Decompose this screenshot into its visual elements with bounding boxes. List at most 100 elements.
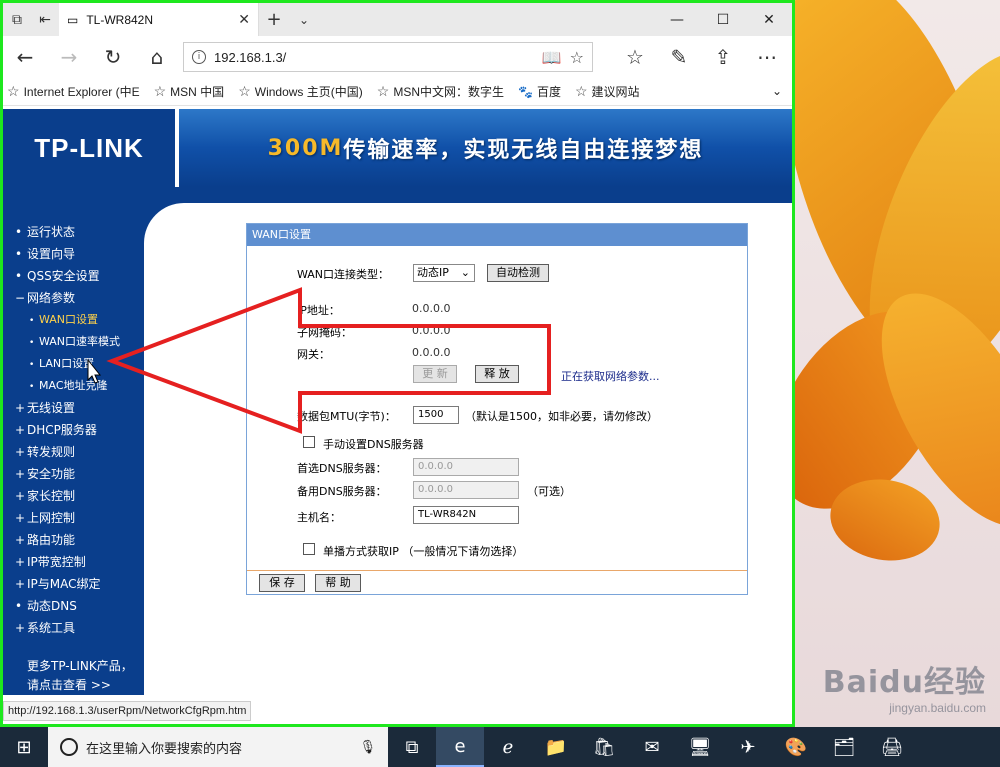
- site-info-icon[interactable]: i: [192, 50, 206, 64]
- maximize-button[interactable]: ☐: [700, 3, 746, 36]
- set-tabs-aside-icon[interactable]: ⇤: [31, 3, 59, 36]
- router-banner: TP-LINK 300M 传输速率，实现无线自由连接梦想: [3, 109, 792, 187]
- save-button[interactable]: 保 存: [259, 574, 305, 592]
- favorite-internet-explorer[interactable]: ☆ Internet Explorer (中E: [7, 83, 140, 100]
- unicast-label: 单播方式获取IP （一般情况下请勿选择）: [323, 545, 524, 558]
- favorites-bar: ☆ Internet Explorer (中E ☆ MSN 中国 ☆ Windows …: [3, 78, 792, 106]
- wan-panel-title: WAN口设置: [247, 224, 747, 246]
- store-icon[interactable]: 🛍: [580, 727, 628, 767]
- favorite-baidu[interactable]: 🐾 百度: [518, 83, 561, 100]
- minimize-button[interactable]: —: [654, 3, 700, 36]
- menu-ddns[interactable]: • 动态DNS: [3, 595, 144, 617]
- microphone-icon[interactable]: 🎙: [359, 740, 376, 755]
- remote-desktop-icon[interactable]: 🖥: [676, 727, 724, 767]
- favorite-msn-cn[interactable]: ☆ MSN中文网：数字生: [377, 83, 504, 100]
- file-explorer-icon[interactable]: 📁: [532, 727, 580, 767]
- dns1-input[interactable]: 0.0.0.0: [413, 458, 519, 476]
- menu-wireless[interactable]: + 无线设置: [3, 397, 144, 419]
- auto-detect-button[interactable]: 自动检测: [487, 264, 549, 282]
- menu-running-status[interactable]: • 运行状态: [3, 221, 144, 243]
- internet-explorer-icon[interactable]: ℯ: [484, 727, 532, 767]
- menu-system-tools[interactable]: + 系统工具: [3, 617, 144, 639]
- menu-lan-settings[interactable]: • LAN口设置: [3, 353, 144, 375]
- paint-icon[interactable]: 🎨: [772, 727, 820, 767]
- renew-button[interactable]: 更 新: [413, 365, 457, 383]
- address-bar[interactable]: i 192.168.1.3/ 📖 ☆: [183, 42, 593, 72]
- manual-dns-checkbox[interactable]: [303, 436, 315, 448]
- task-view-icon[interactable]: ⧉: [388, 727, 436, 767]
- cortana-icon: [60, 738, 78, 756]
- mtu-hint: （默认是1500，如非必要，请勿修改）: [465, 410, 658, 423]
- browser-window: ⧉ ⇤ ▭ TL-WR842N ✕ + ⌄ — ☐ ✕ ← → ↻ ⌂ i 19…: [0, 0, 795, 727]
- menu-wan-speed-mode[interactable]: • WAN口速率模式: [3, 331, 144, 353]
- favorite-suggested-sites[interactable]: ☆ 建议网站: [575, 83, 640, 100]
- more-products-link[interactable]: 更多TP-LINK产品， 请点击查看 >>: [27, 657, 133, 695]
- close-window-button[interactable]: ✕: [746, 3, 792, 36]
- conn-type-select[interactable]: 动态IP ⌄: [413, 264, 475, 282]
- app-icon[interactable]: ✈: [724, 727, 772, 767]
- mail-icon[interactable]: ✉: [628, 727, 676, 767]
- menu-bandwidth[interactable]: + IP带宽控制: [3, 551, 144, 573]
- favorites-hub-icon[interactable]: ☆: [613, 36, 657, 78]
- tab-bar: ⧉ ⇤ ▭ TL-WR842N ✕ + ⌄ — ☐ ✕: [3, 3, 792, 36]
- star-icon: ☆: [238, 83, 251, 99]
- menu-access-control[interactable]: + 上网控制: [3, 507, 144, 529]
- reading-view-icon[interactable]: 📖: [542, 48, 562, 67]
- forward-button[interactable]: →: [47, 36, 91, 78]
- favorites-overflow-chevron-icon[interactable]: ⌄: [772, 84, 782, 98]
- more-icon[interactable]: ⋯: [745, 36, 789, 78]
- menu-security[interactable]: + 安全功能: [3, 463, 144, 485]
- dns1-label: 首选DNS服务器：: [297, 462, 387, 475]
- toolbar-right: ☆ ✎ ⇪ ⋯: [613, 36, 789, 78]
- menu-parental[interactable]: + 家长控制: [3, 485, 144, 507]
- menu-dhcp[interactable]: + DHCP服务器: [3, 419, 144, 441]
- watermark-brand: Baidu经验: [822, 665, 986, 700]
- menu-ip-mac-binding[interactable]: + IP与MAC绑定: [3, 573, 144, 595]
- hostname-label: 主机名：: [297, 511, 341, 524]
- mtu-input[interactable]: 1500: [413, 406, 459, 424]
- app2-icon[interactable]: 🖨: [868, 727, 916, 767]
- web-note-icon[interactable]: ✎: [657, 36, 701, 78]
- taskbar-search-box[interactable]: 在这里输入你要搜索的内容 🎙: [48, 727, 388, 767]
- url-text[interactable]: 192.168.1.3/: [214, 50, 534, 65]
- home-button[interactable]: ⌂: [135, 36, 179, 78]
- close-tab-icon[interactable]: ✕: [238, 12, 250, 28]
- menu-wan-settings[interactable]: • WAN口设置: [3, 309, 144, 331]
- back-button[interactable]: ←: [3, 36, 47, 78]
- hostname-input[interactable]: TL-WR842N: [413, 506, 519, 524]
- router-sidebar: • 运行状态 • 设置向导 • QSS安全设置 − 网络参数 • WAN口设置 • WAN口…: [3, 203, 144, 695]
- tab-list-chevron-icon[interactable]: ⌄: [289, 13, 319, 27]
- optional-note: （可选）: [527, 485, 571, 498]
- windows-start-icon[interactable]: ⊞: [0, 727, 48, 767]
- router-admin-page: TP-LINK 300M 传输速率，实现无线自由连接梦想 • 运行状态 • 设置向导 …: [3, 109, 792, 695]
- mtu-label: 数据包MTU(字节)：: [297, 410, 396, 423]
- edge-browser-icon[interactable]: e: [436, 727, 484, 767]
- new-tab-button[interactable]: +: [259, 9, 289, 30]
- menu-mac-clone[interactable]: • MAC地址克隆: [3, 375, 144, 397]
- help-button[interactable]: 帮 助: [315, 574, 361, 592]
- ip-label: IP地址：: [297, 304, 340, 317]
- dns2-label: 备用DNS服务器：: [297, 485, 387, 498]
- star-icon: ☆: [153, 83, 167, 99]
- menu-qss[interactable]: • QSS安全设置: [3, 265, 144, 287]
- mask-label: 子网掩码：: [297, 326, 352, 339]
- menu-network-params[interactable]: − 网络参数: [3, 287, 144, 309]
- tool-icon[interactable]: 🗂: [820, 727, 868, 767]
- ip-value: 0.0.0.0: [412, 302, 451, 315]
- menu-setup-wizard[interactable]: • 设置向导: [3, 243, 144, 265]
- conn-type-label: WAN口连接类型：: [297, 268, 390, 281]
- menu-routing[interactable]: + 路由功能: [3, 529, 144, 551]
- search-placeholder: 在这里输入你要搜索的内容: [86, 741, 243, 757]
- favorite-star-icon[interactable]: ☆: [570, 48, 584, 67]
- menu-forwarding[interactable]: + 转发规则: [3, 441, 144, 463]
- favorite-windows-home[interactable]: ☆ Windows 主页(中国): [238, 83, 363, 100]
- release-button[interactable]: 释 放: [475, 365, 519, 383]
- dns2-input[interactable]: 0.0.0.0: [413, 481, 519, 499]
- favorite-msn-china[interactable]: ☆ MSN 中国: [154, 83, 225, 100]
- banner-divider: [3, 187, 792, 203]
- active-tab[interactable]: ▭ TL-WR842N ✕: [59, 3, 259, 36]
- refresh-button[interactable]: ↻: [91, 36, 135, 78]
- tab-preview-icon[interactable]: ⧉: [3, 3, 31, 36]
- unicast-checkbox[interactable]: [303, 543, 315, 555]
- share-icon[interactable]: ⇪: [701, 36, 745, 78]
